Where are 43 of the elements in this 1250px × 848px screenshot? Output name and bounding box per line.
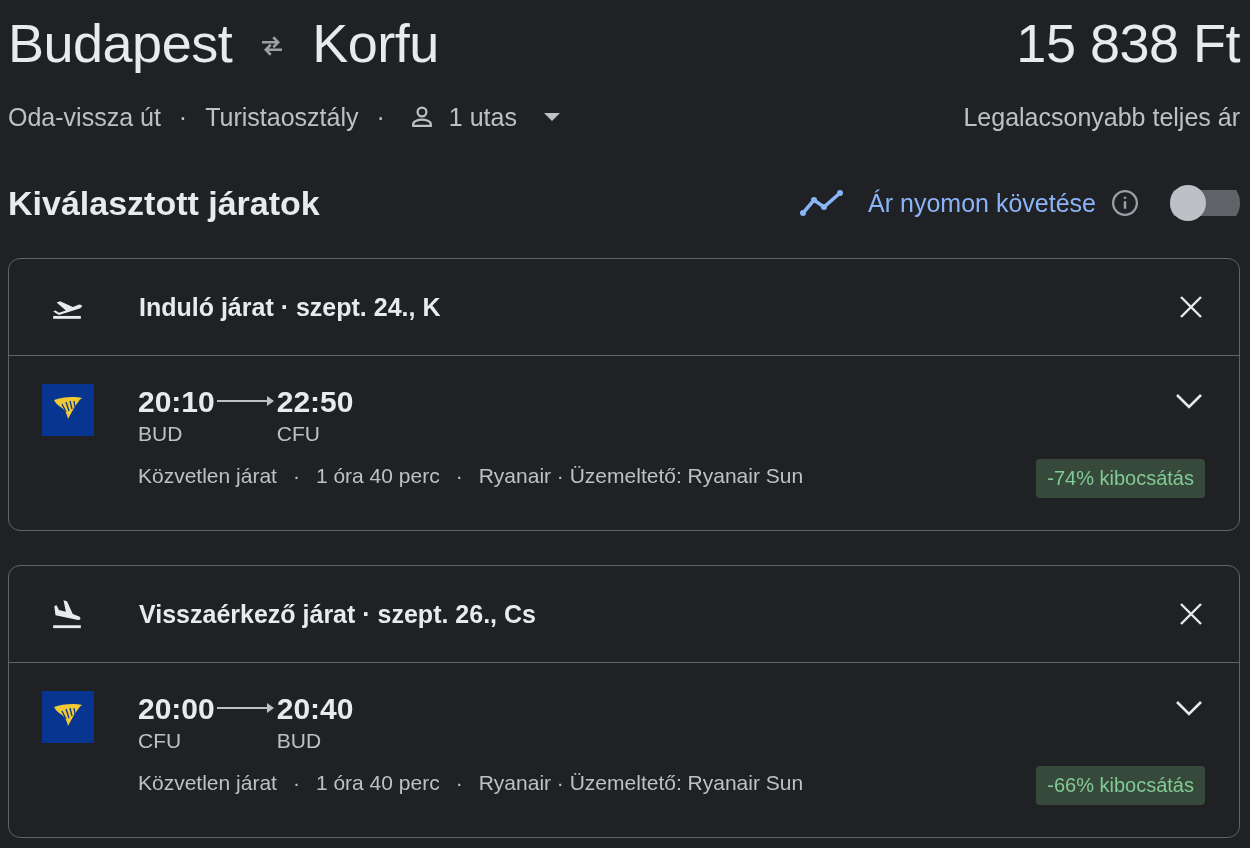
separator-dot: · [455,464,463,488]
trip-option: Oda-vissza út [8,102,161,132]
arrival-time: 20:40 [276,691,354,727]
price-tracking-label: Ár nyomon követése [868,188,1096,218]
airline-logo-icon [42,691,94,743]
departure-time: 20:10 [138,384,215,420]
separator-dot: · [178,102,188,132]
total-price: 15 838 Ft [1016,12,1240,74]
flight-detail: Közvetlen járat [138,771,277,795]
departure-time: 20:00 [138,691,215,727]
caret-icon [542,112,561,122]
airport-code: CFU [276,422,321,446]
airline-logo-icon [42,384,94,436]
separator-dot: · [292,464,300,488]
emissions-badge: -74% kibocsátás [1036,459,1205,498]
info-icon[interactable] [1110,188,1140,218]
close-icon[interactable] [1179,295,1203,319]
passenger-selector[interactable]: 1 utas [402,102,565,132]
flight-detail: Ryanair · Üzemeltető: Ryanair Sun [478,464,804,488]
emissions-badge: -66% kibocsátás [1036,766,1205,805]
flight-detail: 1 óra 40 perc [315,771,440,795]
flight-detail: 1 óra 40 perc [315,464,440,488]
flight-heading: Visszaérkező járat · szept. 26., Cs [139,599,537,629]
airport-code: CFU [138,729,183,753]
price-note: Legalacsonyabb teljes ár [963,102,1240,132]
chevron-down-icon[interactable] [1175,392,1203,410]
airport-code: BUD [138,422,184,446]
arrival-time: 22:50 [276,384,354,420]
close-icon[interactable] [1179,602,1203,626]
airport-code: BUD [276,729,323,753]
destination-city: Korfu [312,12,439,74]
chevron-down-icon[interactable] [1175,699,1203,717]
flight-detail: Közvetlen járat [138,464,277,488]
arrow-icon [216,395,275,407]
separator-dot: · [292,771,300,795]
trip-option: Turistaosztály [205,102,359,132]
section-title: Kiválasztott járatok [8,183,320,223]
flight-detail: Ryanair · Üzemeltető: Ryanair Sun [478,771,804,795]
separator-dot: · [376,102,385,132]
separator-dot: · [455,771,463,795]
arrow-icon [216,702,275,714]
origin-city: Budapest [8,12,233,74]
flight-heading: Induló járat · szept. 24., K [139,292,442,322]
